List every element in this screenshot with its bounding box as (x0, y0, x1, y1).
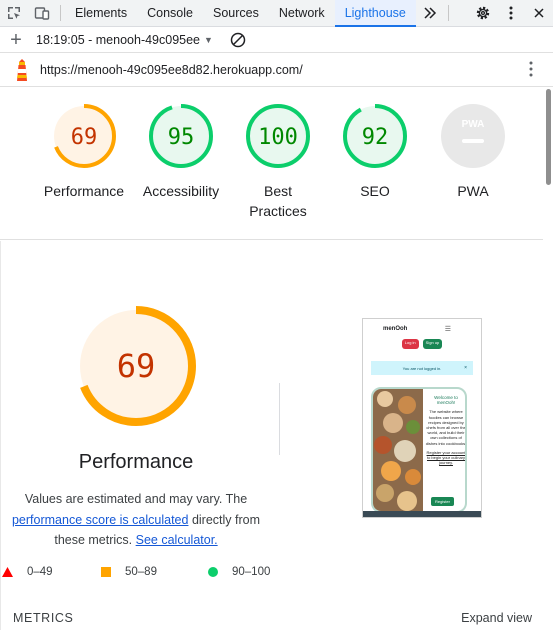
gauge-performance[interactable]: 69 Performance (36, 103, 132, 201)
gauge-performance-ring: 69 (52, 104, 116, 168)
gauge-best-practices-label: Best Practices (249, 183, 307, 219)
pwa-badge-icon: PWA (441, 104, 505, 168)
inspect-element-icon[interactable] (0, 0, 28, 27)
thumb-login-button: Log in (401, 339, 419, 349)
thumb-text: Welcome to menOoh! The website where foo… (425, 395, 467, 466)
thumb-alert-close-icon: × (464, 365, 467, 371)
tab-console[interactable]: Console (137, 0, 203, 27)
vertical-dots-icon[interactable] (497, 0, 525, 27)
gauge-performance-score: 69 (71, 125, 98, 150)
gauge-accessibility[interactable]: 95 Accessibility (133, 103, 229, 201)
perf-desc-line-1: Values are estimated and may vary. The (24, 492, 248, 506)
expand-view-toggle[interactable]: Expand view (461, 611, 532, 625)
plus-icon[interactable]: + (0, 27, 32, 53)
block-icon[interactable] (229, 31, 247, 49)
performance-description: Values are estimated and may vary. The p… (1, 489, 271, 551)
legend-pass-range: 90–100 (232, 566, 271, 578)
metrics-label: METRICS (13, 611, 74, 625)
tab-sources[interactable]: Sources (203, 0, 269, 27)
devtools-tabbar: Elements Console Sources Network Lightho… (0, 0, 553, 27)
report-selector[interactable]: 18:19:05 - menooh-49c095ee ▼ (32, 33, 213, 47)
report-url-bar: https://menooh-49c095ee8d82.herokuapp.co… (0, 53, 553, 87)
toolbar-divider (60, 5, 61, 21)
thumb-signup-button: Sign up (422, 339, 443, 349)
thumb-cta: Register your account to begin your culi… (426, 449, 466, 466)
gauge-best-practices[interactable]: 100 Best Practices (230, 103, 326, 221)
perf-desc-line-3: these metrics. (54, 533, 133, 547)
thumb-footer (363, 511, 481, 517)
square-icon (101, 567, 111, 577)
thumb-alert-text: You are not logged in. (402, 365, 442, 371)
gauge-pwa-label: PWA (457, 183, 489, 199)
pwa-badge-text: PWA (462, 119, 485, 130)
performance-big-score: 69 (117, 347, 156, 385)
tab-lighthouse[interactable]: Lighthouse (334, 0, 416, 27)
tab-elements[interactable]: Elements (65, 0, 137, 27)
see-calculator-link[interactable]: See calculator. (136, 533, 218, 547)
gauge-accessibility-score: 95 (168, 125, 195, 150)
report-url[interactable]: https://menooh-49c095ee8d82.herokuapp.co… (40, 63, 303, 77)
thumb-welcome: Welcome to menOoh! (434, 395, 458, 406)
legend-average-range: 50–89 (125, 566, 157, 578)
caret-down-icon: ▼ (204, 34, 213, 45)
triangle-icon (2, 567, 13, 577)
thumb-alert: You are not logged in. × (371, 361, 473, 375)
legend-pass: 90–100 (208, 566, 270, 578)
section-divider (279, 383, 280, 455)
gauge-performance-label: Performance (43, 183, 125, 199)
performance-big-gauge: 69 (76, 306, 196, 426)
gauge-pwa[interactable]: PWA PWA (425, 103, 521, 201)
performance-score-link[interactable]: performance score is calculated (12, 513, 188, 527)
gauge-accessibility-label: Accessibility (142, 183, 220, 199)
gauge-accessibility-ring: 95 (149, 104, 213, 168)
score-summary: 69 Performance 95 Accessibility 100 Best… (0, 87, 543, 240)
legend-fail-range: 0–49 (27, 566, 53, 578)
thumb-hero-card: Welcome to menOoh! The website where foo… (371, 387, 467, 513)
legend-average: 50–89 (101, 566, 157, 578)
metrics-header: METRICS Expand view (1, 603, 544, 630)
tab-network[interactable]: Network (269, 0, 335, 27)
gauge-best-practices-score: 100 (258, 125, 298, 150)
perf-desc-line-2: directly from (191, 512, 261, 527)
gauge-seo[interactable]: 92 SEO (327, 103, 423, 201)
scrollbar[interactable] (543, 87, 553, 630)
lighthouse-icon (12, 58, 32, 82)
thumb-register-button: Register (431, 497, 454, 506)
toolbar-divider (447, 5, 449, 21)
gauge-seo-ring: 92 (343, 104, 407, 168)
gauge-seo-score: 92 (362, 125, 389, 150)
thumb-menu-icon: ☰ (444, 326, 451, 333)
lighthouse-toolbar: + 18:19:05 - menooh-49c095ee ▼ (0, 27, 553, 53)
circle-icon (208, 567, 218, 577)
thumb-body: The website where foodies can browse rec… (425, 409, 467, 446)
legend-fail: 0–49 (2, 566, 53, 578)
close-icon[interactable] (525, 0, 553, 27)
score-legend: 0–49 50–89 90–100 (1, 566, 544, 584)
page-screenshot-thumbnail[interactable]: menOoh ☰ Log in Sign up You are not logg… (362, 318, 482, 518)
performance-title: Performance (78, 451, 194, 473)
thumb-logo: menOoh (383, 326, 408, 332)
gauge-seo-label: SEO (360, 183, 390, 199)
chevron-double-right-icon[interactable] (416, 0, 444, 27)
gear-icon[interactable] (469, 0, 497, 27)
performance-section: 69 Performance Values are estimated and … (0, 241, 543, 630)
report-selector-label: 18:19:05 - menooh-49c095ee (36, 32, 201, 47)
thumb-food-image (373, 389, 423, 511)
report-menu-icon[interactable] (529, 61, 535, 77)
device-toolbar-icon[interactable] (28, 0, 56, 27)
gauge-best-practices-ring: 100 (246, 104, 310, 168)
scrollbar-thumb[interactable] (546, 89, 551, 185)
